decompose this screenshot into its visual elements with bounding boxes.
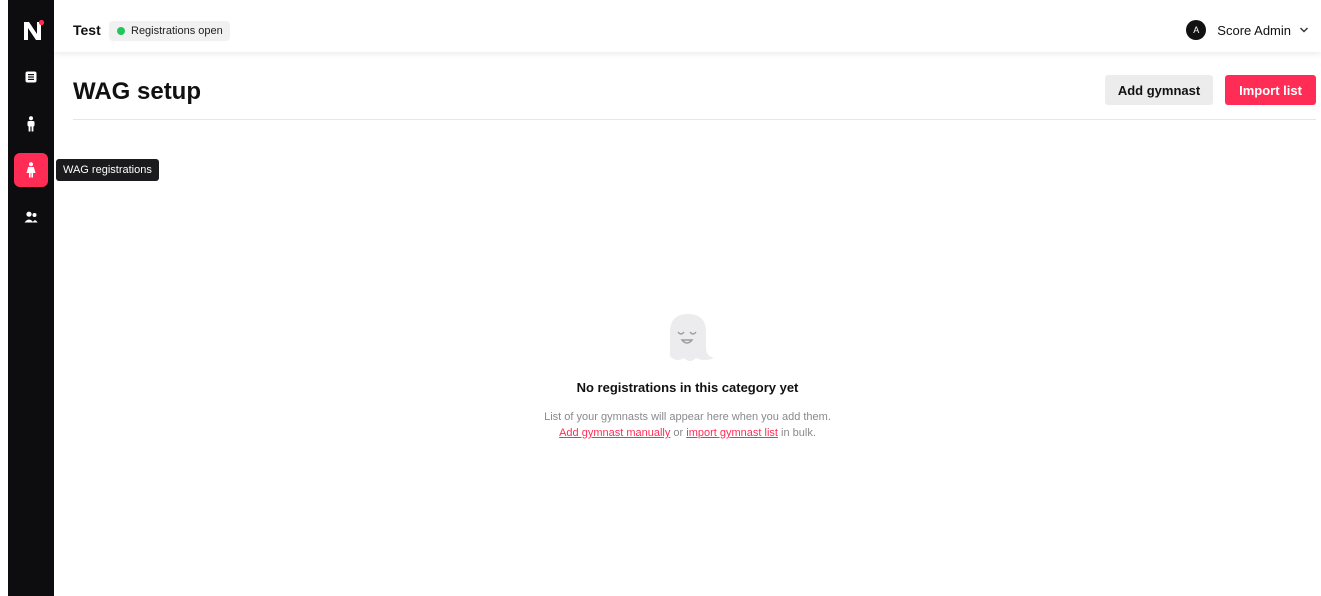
sidebar-item-teams[interactable] (14, 200, 48, 234)
user-name: Score Admin (1217, 22, 1291, 38)
list-icon (25, 71, 37, 83)
page-title: WAG setup (73, 78, 202, 105)
female-figure-icon (26, 162, 36, 178)
empty-state: No registrations in this category yet Li… (54, 310, 1321, 441)
import-list-button[interactable]: Import list (1225, 75, 1316, 105)
avatar: A (1186, 20, 1207, 40)
sidebar (8, 0, 54, 596)
status-dot-icon (117, 27, 125, 35)
sidebar-item-wag[interactable] (14, 153, 48, 187)
header-divider (73, 119, 1316, 120)
top-bar: Test Registrations open A Score Admin (54, 0, 1321, 52)
group-icon (24, 211, 38, 223)
ghost-icon (669, 314, 714, 361)
event-title: Test (73, 22, 101, 38)
import-gymnast-list-link[interactable]: import gymnast list (686, 427, 778, 439)
suffix-text: in bulk. (777, 427, 816, 439)
empty-state-description: List of your gymnasts will appear here w… (54, 409, 1321, 441)
status-label: Registrations open (131, 25, 223, 37)
empty-state-line: List of your gymnasts will appear here w… (544, 411, 831, 423)
sidebar-item-mag[interactable] (14, 107, 48, 141)
or-text: or (670, 427, 687, 439)
add-gymnast-button[interactable]: Add gymnast (1105, 75, 1213, 105)
add-gymnast-manually-link[interactable]: Add gymnast manually (559, 427, 670, 439)
male-figure-icon (27, 116, 35, 132)
app-logo[interactable] (21, 19, 45, 43)
sidebar-tooltip: WAG registrations (56, 159, 159, 181)
empty-state-title: No registrations in this category yet (576, 380, 799, 395)
user-menu[interactable]: A Score Admin (1186, 20, 1309, 40)
sidebar-item-overview[interactable] (14, 60, 48, 94)
chevron-down-icon (1300, 27, 1308, 33)
empty-state-actions: Add gymnast manually or import gymnast l… (54, 425, 1321, 441)
status-badge: Registrations open (109, 21, 230, 41)
